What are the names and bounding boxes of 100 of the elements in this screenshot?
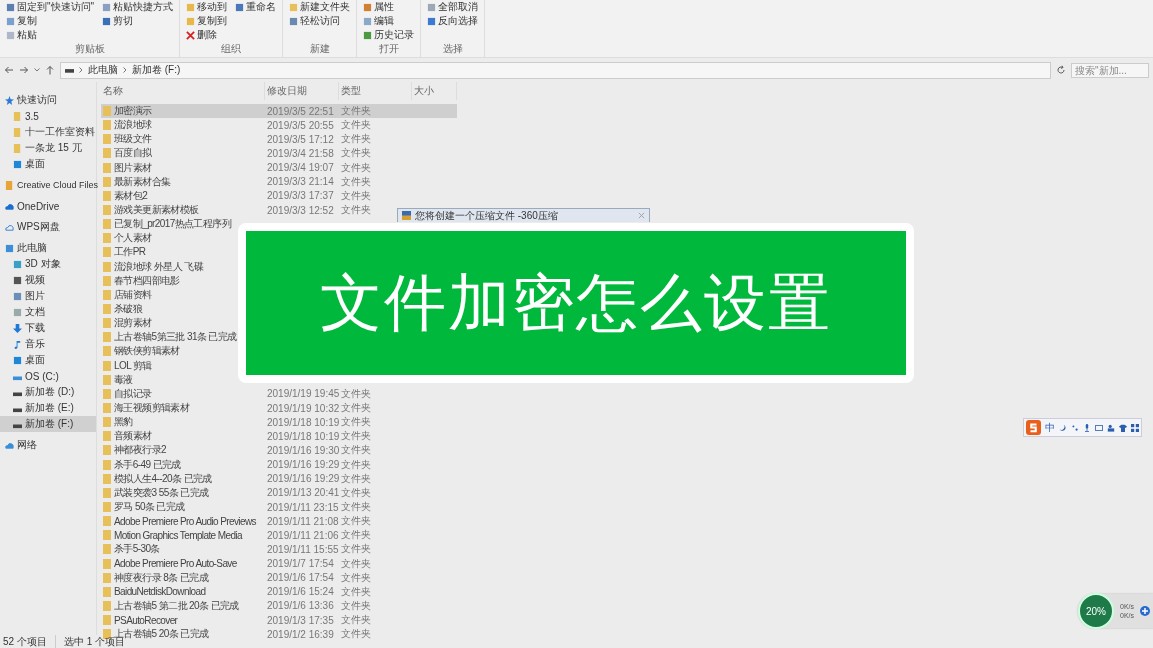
sidebar-item[interactable]: OneDrive [0,198,96,214]
search-field[interactable]: 搜索"新加... [1071,62,1149,78]
group-label: 组织 [220,42,243,56]
file-row[interactable]: 图片素材 2019/3/4 19:07 文件夹 [101,160,373,175]
plus-icon[interactable] [1140,606,1150,616]
punctuation-icon[interactable] [1071,423,1079,432]
sidebar-item[interactable]: 3D 对象 [0,256,96,272]
address-bar[interactable]: 此电脑 新加卷 (F:) [60,61,1051,79]
memory-ball[interactable]: 20% [1078,593,1114,629]
file-row[interactable]: 流浪地球 外星人 飞碟 [101,259,207,274]
sidebar-item[interactable]: 3.5 [0,108,96,124]
ribbon-button[interactable]: 编辑 [363,14,415,28]
ribbon-button[interactable]: 新建文件夹 [289,0,351,14]
close-icon[interactable] [638,212,645,219]
file-row[interactable]: 百度自拟 2019/3/4 21:58 文件夹 [101,146,373,161]
file-row[interactable]: 杀手6-49 已完成 2019/1/16 19:29 文件夹 [101,457,373,472]
file-row[interactable]: 模拟人生4--20条 已完成 2019/1/16 19:29 文件夹 [101,471,373,486]
file-row[interactable]: Adobe Premiere Pro Audio Previews 2019/1/11 21:08 文件夹 [101,514,373,529]
ribbon-button[interactable]: 反向选择 [427,14,479,28]
file-row[interactable]: 春节档四部电影 [101,273,184,288]
file-row[interactable]: 混剪素材 [101,316,156,331]
file-row[interactable]: 加密演示 2019/3/5 22:51 文件夹 [101,104,457,119]
file-row[interactable]: Adobe Premiere Pro Auto-Save 2019/1/7 17:54 文件夹 [101,556,373,571]
ribbon-button[interactable]: 属性 [363,0,415,14]
sidebar-item[interactable]: Creative Cloud Files [0,177,96,193]
sidebar-item[interactable]: 此电脑 [0,240,96,256]
sidebar-item[interactable]: WPS网盘 [0,219,96,235]
ribbon-button[interactable]: 重命名 [235,0,277,14]
file-row[interactable]: 游戏美更新素材模板 2019/3/3 12:52 文件夹 [101,203,373,218]
file-row[interactable]: 最新素材合集 2019/3/3 21:14 文件夹 [101,174,373,189]
column-header[interactable]: 名称 [101,82,265,100]
ribbon-button[interactable]: 删除 [186,28,228,42]
file-row[interactable]: 流浪地球 2019/3/5 20:55 文件夹 [101,118,373,133]
ime-mode[interactable]: 中 [1045,420,1055,435]
forward-icon[interactable] [19,65,29,75]
sidebar-item[interactable]: 快速访问 [0,92,96,108]
file-row[interactable]: 黑豹 2019/1/18 10:19 文件夹 [101,415,373,430]
sidebar-item[interactable]: 一条龙 15 兀 [0,140,96,156]
shirt-icon[interactable] [1119,423,1127,432]
file-row[interactable]: 店铺资料 [101,287,156,302]
sidebar-item[interactable]: 图片 [0,288,96,304]
file-row[interactable]: 杀手5-30条 2019/1/11 15:55 文件夹 [101,542,373,557]
ribbon-button[interactable]: 固定到"快速访问" [6,0,95,14]
file-row[interactable]: 上古卷轴5第三批 31条 已完成 [101,330,241,345]
sidebar-item[interactable]: 下载 [0,320,96,336]
column-header[interactable]: 类型 [339,82,412,100]
column-header[interactable]: 大小 [412,82,457,100]
banner-title: 文件加密怎么设置 [320,267,832,339]
archive-icon [402,211,411,220]
sidebar-item[interactable]: 十一工作室资料 [0,124,96,140]
file-row[interactable]: 班级文件 2019/3/5 17:12 文件夹 [101,132,373,147]
sidebar-item[interactable]: 新加卷 (F:) [0,416,96,432]
grid-icon[interactable] [1131,423,1139,432]
file-row[interactable]: 杀破狼 [101,301,147,317]
ime-logo-icon[interactable] [1026,420,1041,435]
sidebar-item[interactable]: 视频 [0,272,96,288]
file-row[interactable]: 神度夜行录 8条 已完成 2019/1/6 17:54 文件夹 [101,570,373,585]
file-row[interactable]: LOL 剪辑 [101,358,156,373]
file-row[interactable]: 素材包2 2019/3/3 17:37 文件夹 [101,188,373,203]
sidebar-item[interactable]: 桌面 [0,352,96,368]
file-row[interactable]: 自拟记录 2019/1/19 19:45 文件夹 [101,386,373,401]
keyboard-icon[interactable] [1095,423,1103,432]
sidebar-item[interactable]: 新加卷 (D:) [0,384,96,400]
file-row[interactable]: BaiduNetdiskDownload 2019/1/6 15:24 文件夹 [101,584,373,599]
file-row[interactable]: 罗马 50条 已完成 2019/1/11 23:15 文件夹 [101,499,373,515]
file-row[interactable]: Motion Graphics Template Media 2019/1/11 21:06 文件夹 [101,528,373,543]
file-row[interactable]: 工作PR [101,245,150,260]
sidebar-item[interactable]: 音乐 [0,336,96,352]
file-row[interactable]: 上古卷轴5 第二批 20条 已完成 2019/1/6 13:36 文件夹 [101,598,373,614]
sidebar-item[interactable]: 网络 [0,437,96,453]
sidebar-item[interactable]: 新加卷 (E:) [0,400,96,416]
ribbon-button[interactable]: 复制到 [186,14,228,28]
ribbon-button[interactable]: 复制 [6,14,95,28]
ribbon-button[interactable]: 粘贴 [6,28,95,42]
ribbon-button[interactable]: 轻松访问 [289,14,351,28]
sidebar-item[interactable]: 桌面 [0,156,96,172]
file-row[interactable]: 音频素材 2019/1/18 10:19 文件夹 [101,429,373,444]
sidebar-item[interactable]: 文档 [0,304,96,320]
up-icon[interactable] [45,65,55,75]
file-row[interactable]: 个人素材 [101,231,156,246]
file-row[interactable]: 已复制_pr2017热点工程序列 [101,217,236,232]
microphone-icon[interactable] [1083,423,1091,432]
file-row[interactable]: PSAutoRecover 2019/1/3 17:35 文件夹 [101,613,373,628]
sidebar-item[interactable]: OS (C:) [0,368,96,384]
file-row[interactable]: 海王视频剪辑素材 2019/1/19 10:32 文件夹 [101,400,373,416]
file-row[interactable]: 毒液 [101,372,137,387]
file-row[interactable]: 武装突袭3 55条 已完成 2019/1/13 20:41 文件夹 [101,485,373,500]
ribbon-button[interactable]: 全部取消 [427,0,479,14]
back-icon[interactable] [4,65,14,75]
chevron-down-icon[interactable] [34,68,40,72]
user-icon[interactable] [1107,423,1115,432]
ribbon-button[interactable]: 历史记录 [363,28,415,42]
file-row[interactable]: 钢铁侠剪辑素材 [101,344,184,359]
ribbon-button[interactable]: 剪切 [102,14,174,28]
refresh-icon[interactable] [1056,65,1066,75]
file-row[interactable]: 神都夜行录2 2019/1/16 19:30 文件夹 [101,443,373,458]
ribbon-button[interactable]: 移动到 [186,0,228,14]
moon-icon[interactable] [1059,423,1067,432]
column-header[interactable]: 修改日期 [265,82,339,100]
ribbon-button[interactable]: 粘贴快捷方式 [102,0,174,14]
